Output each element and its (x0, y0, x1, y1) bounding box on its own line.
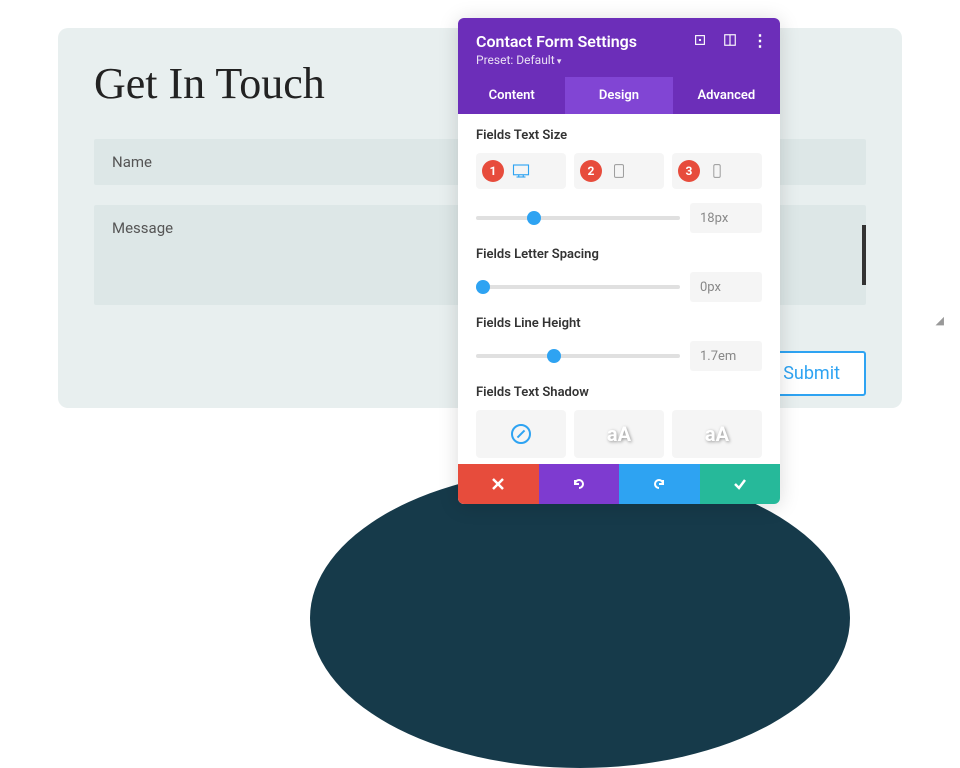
decorative-oval (310, 468, 850, 768)
line-height-slider[interactable] (476, 354, 680, 358)
textarea-resize-handle[interactable]: ◢ (936, 314, 944, 327)
letter-spacing-value[interactable]: 0px (690, 272, 762, 302)
responsive-device-tabs: 1 2 3 (476, 153, 762, 189)
tab-advanced[interactable]: Advanced (673, 77, 780, 114)
desktop-icon (512, 164, 530, 178)
panel-footer (458, 464, 780, 504)
shadow-sample-2: aA (705, 422, 729, 446)
close-icon (490, 476, 506, 492)
marker-3: 3 (678, 160, 700, 182)
tablet-icon (610, 164, 628, 178)
text-size-value[interactable]: 18px (690, 203, 762, 233)
letter-spacing-slider[interactable] (476, 285, 680, 289)
phone-icon (708, 164, 726, 178)
tab-content[interactable]: Content (458, 77, 565, 114)
device-desktop-button[interactable]: 1 (476, 153, 566, 189)
expand-icon[interactable] (692, 32, 708, 48)
undo-icon (571, 476, 587, 492)
device-tablet-button[interactable]: 2 (574, 153, 664, 189)
layout-icon[interactable] (722, 32, 738, 48)
label-line-height: Fields Line Height (476, 316, 762, 331)
check-icon (732, 476, 748, 492)
device-phone-button[interactable]: 3 (672, 153, 762, 189)
tab-design[interactable]: Design (565, 77, 672, 114)
save-button[interactable] (700, 464, 781, 504)
panel-header: Contact Form Settings Preset: Default ⋮ (458, 18, 780, 77)
redo-icon (651, 476, 667, 492)
label-text-size: Fields Text Size (476, 128, 762, 143)
marker-2: 2 (580, 160, 602, 182)
preset-dropdown[interactable]: Preset: Default (476, 53, 762, 67)
marker-1: 1 (482, 160, 504, 182)
none-icon (511, 424, 531, 444)
panel-tabs: Content Design Advanced (458, 77, 780, 114)
label-text-shadow: Fields Text Shadow (476, 385, 762, 400)
undo-button[interactable] (539, 464, 620, 504)
redo-button[interactable] (619, 464, 700, 504)
text-size-slider[interactable] (476, 216, 680, 220)
shadow-option-1[interactable]: aA (574, 410, 664, 458)
shadow-none-button[interactable] (476, 410, 566, 458)
shadow-sample-1: aA (607, 422, 631, 446)
shadow-option-2[interactable]: aA (672, 410, 762, 458)
panel-body: Fields Text Size 1 2 3 18px Fields Lette… (458, 114, 780, 464)
more-icon[interactable]: ⋮ (752, 32, 768, 48)
settings-panel: Contact Form Settings Preset: Default ⋮ … (458, 18, 780, 504)
label-letter-spacing: Fields Letter Spacing (476, 247, 762, 262)
cancel-button[interactable] (458, 464, 539, 504)
line-height-value[interactable]: 1.7em (690, 341, 762, 371)
